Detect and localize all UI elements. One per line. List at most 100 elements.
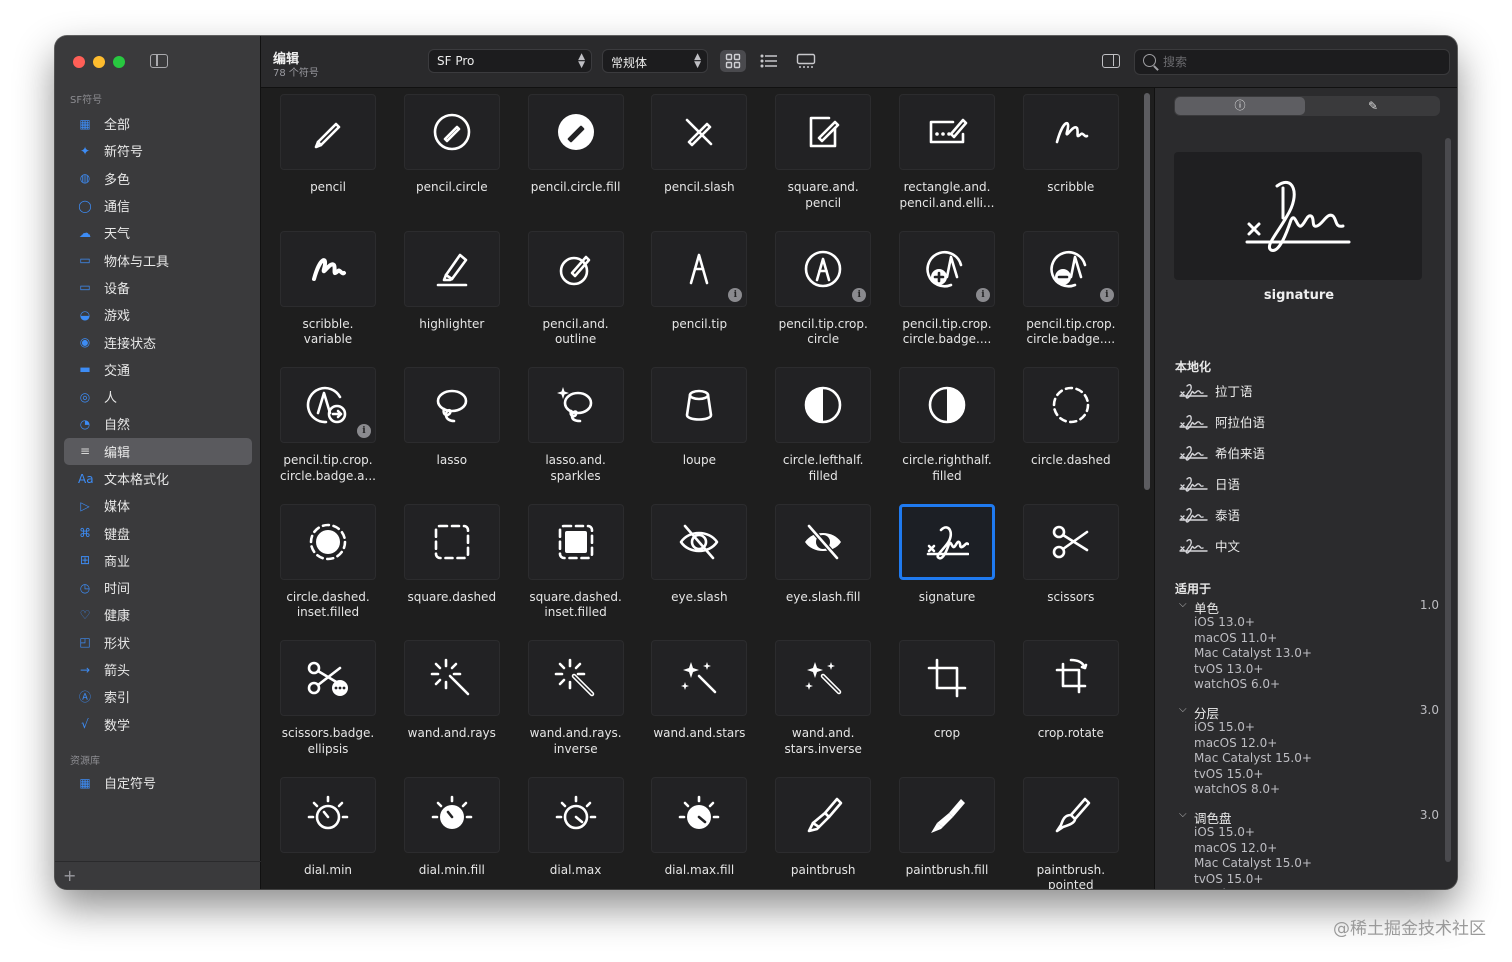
symbol-tile[interactable]: pencil.circle [385,88,509,225]
symbol-tile[interactable]: wand.and.stars [632,634,756,771]
font-select[interactable]: SF Pro ▲ ▼ [428,49,592,73]
sidebar-item-grid[interactable]: ▦ 全部 [64,110,252,137]
symbol-tile-preview[interactable] [527,94,624,170]
search-input[interactable] [1163,53,1433,71]
symbol-tile-preview[interactable] [775,776,872,853]
grid-scrollbar[interactable] [1140,88,1154,889]
symbol-tile-preview[interactable] [527,503,624,580]
symbol-tile-preview[interactable] [280,230,376,307]
symbol-tile-preview[interactable] [527,230,624,307]
symbol-tile[interactable]: dial.min.fill [385,771,509,890]
symbol-tile[interactable]: scissors [1004,498,1128,635]
info-badge-icon[interactable]: i [852,287,867,302]
symbol-tile-preview[interactable]: i [899,230,995,307]
symbol-tile[interactable]: lasso [385,361,509,498]
sidebar-item-sparkle[interactable]: ✦ 新符号 [64,137,252,164]
sidebar-item-grid[interactable]: ▦ 自定符号 [64,769,252,796]
rendering-tab[interactable]: ✎ [1307,97,1439,115]
search-field[interactable] [1134,49,1450,75]
symbol-tile[interactable]: lasso.and. sparkles [509,361,633,498]
sidebar-item-message[interactable]: ◯ 通信 [64,192,252,219]
symbol-tile-preview[interactable] [403,367,500,443]
minimize-window-button[interactable] [93,56,105,68]
symbol-tile[interactable]: loupe [632,361,756,498]
sidebar-item-heart[interactable]: ♡ 健康 [64,601,252,628]
info-badge-icon[interactable]: i [1099,287,1114,302]
symbol-tile[interactable]: dial.max [509,771,633,890]
sidebar-item-pencil-lines[interactable]: ≡ 编辑 [64,437,252,465]
gallery-view-button[interactable] [793,50,819,72]
disclosure-chevron-icon[interactable]: ⌵ [1179,599,1187,610]
sidebar-item-a-circle[interactable]: Ⓐ 索引 [64,683,252,710]
info-badge-icon[interactable]: i [357,424,371,438]
symbol-tile-preview[interactable] [899,94,995,170]
symbol-tile-preview[interactable] [651,94,748,170]
symbol-tile-preview[interactable] [775,367,872,443]
symbol-tile-preview[interactable]: i [775,230,872,307]
symbol-tile-preview[interactable] [280,640,376,716]
sidebar-item-car[interactable]: ▬ 交通 [64,356,252,383]
symbol-tile[interactable]: square.dashed. inset.filled [509,498,633,635]
symbol-tile-preview[interactable] [899,776,995,853]
symbol-tile[interactable]: signature [880,498,1004,635]
disclosure-chevron-icon[interactable]: ⌵ [1179,809,1187,820]
symbol-tile[interactable]: wand.and. stars.inverse [756,634,880,771]
symbol-tile-preview[interactable] [1022,94,1119,170]
symbol-tile-preview[interactable] [775,640,872,716]
inspector-scrollbar[interactable] [1445,138,1451,862]
sidebar-item-display[interactable]: ▭ 设备 [64,274,252,301]
symbol-tile[interactable]: square.and. pencil [756,88,880,225]
localization-item[interactable]: 拉丁语 [1179,378,1253,402]
localization-item[interactable]: 中文 [1179,533,1240,557]
symbol-tile-preview[interactable] [280,503,376,580]
sidebar-item-antenna[interactable]: ◉ 连接状态 [64,328,252,355]
localization-item[interactable]: 希伯来语 [1179,440,1265,464]
symbol-tile[interactable]: pencil.circle.fill [509,88,633,225]
sidebar-item-clock[interactable]: ◷ 时间 [64,574,252,601]
symbol-tile[interactable]: pencil.and. outline [509,225,633,362]
symbol-tile[interactable]: square.dashed [385,498,509,635]
symbol-tile-preview[interactable] [651,640,748,716]
sidebar-toggle-icon[interactable] [150,54,168,68]
zoom-window-button[interactable] [113,56,125,68]
sidebar-item-arrow-right[interactable]: → 箭头 [64,656,252,683]
list-view-button[interactable] [756,50,782,72]
symbol-tile-preview[interactable] [899,367,995,443]
symbol-tile-preview[interactable]: i [280,367,376,443]
symbol-tile[interactable]: i pencil.tip [632,225,756,362]
symbol-tile[interactable]: scissors.badge. ellipsis [261,634,385,771]
symbol-tile[interactable]: i pencil.tip.crop. circle.badge.... [1004,225,1128,362]
info-badge-icon[interactable]: i [728,287,743,302]
symbol-tile[interactable]: paintbrush [756,771,880,890]
symbol-tile-preview[interactable]: i [1022,230,1119,307]
symbol-tile[interactable]: rectangle.and. pencil.and.elli... [880,88,1004,225]
symbol-tile-preview[interactable] [1022,503,1119,580]
sidebar-item-textformat[interactable]: Aa 文本格式化 [64,465,252,492]
symbol-tile[interactable]: pencil [261,88,385,225]
sidebar-item-paintpalette[interactable]: ◍ 多色 [64,165,252,192]
symbol-tile-preview[interactable] [1022,367,1119,443]
symbol-tile-preview[interactable] [899,640,995,716]
symbol-tile-preview[interactable] [280,776,376,853]
symbol-tile[interactable]: crop.rotate [1004,634,1128,771]
disclosure-chevron-icon[interactable]: ⌵ [1179,704,1187,715]
symbol-tile[interactable]: scribble. variable [261,225,385,362]
sidebar-item-leaf[interactable]: ◔ 自然 [64,410,252,437]
symbol-tile-preview[interactable] [403,503,500,580]
symbol-tile[interactable]: scribble [1004,88,1128,225]
sidebar-item-playpause[interactable]: ▷ 媒体 [64,492,252,519]
symbol-tile[interactable]: dial.max.fill [632,771,756,890]
localization-item[interactable]: 泰语 [1179,502,1240,526]
symbol-tile-preview[interactable] [651,776,748,853]
symbol-tile-preview[interactable] [403,94,500,170]
symbol-tile[interactable]: circle.dashed [1004,361,1128,498]
symbol-tile[interactable]: wand.and.rays. inverse [509,634,633,771]
sidebar-item-person-circle[interactable]: ◎ 人 [64,383,252,410]
grid-scroll-thumb[interactable] [1144,93,1150,490]
info-tab[interactable]: ⓘ [1175,97,1305,115]
sidebar-item-square-on-square[interactable]: ◰ 形状 [64,629,252,656]
symbol-tile-preview[interactable] [403,640,500,716]
sidebar-item-cart[interactable]: ⊞ 商业 [64,547,252,574]
symbol-tile[interactable]: i pencil.tip.crop. circle.badge.... [880,225,1004,362]
symbol-tile[interactable]: eye.slash [632,498,756,635]
